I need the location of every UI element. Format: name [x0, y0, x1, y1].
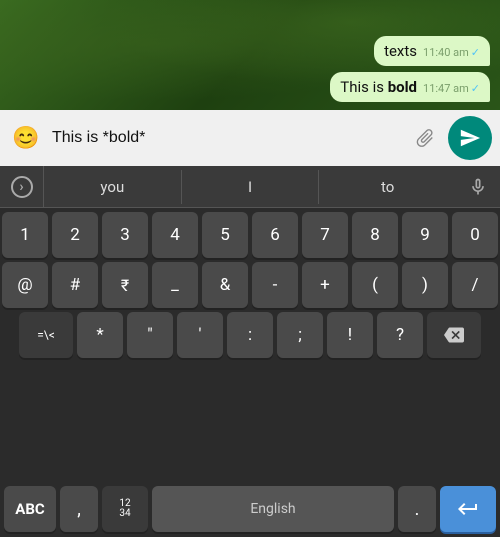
key-underscore[interactable]: _ [152, 262, 198, 308]
key-plus[interactable]: + [302, 262, 348, 308]
send-button[interactable] [448, 116, 492, 160]
attach-button[interactable] [404, 117, 446, 159]
suggestion-to[interactable]: to [319, 170, 456, 204]
numbers-layout-key[interactable]: 12 34 [102, 486, 148, 532]
symbol-row-2: =\< * " ' : ; ! ? [2, 312, 498, 358]
key-9[interactable]: 9 [402, 212, 448, 258]
message-bubble-2: This is bold 11:47 am ✓ [330, 72, 490, 102]
key-minus[interactable]: - [252, 262, 298, 308]
key-semicolon[interactable]: ; [277, 312, 323, 358]
key-lparen[interactable]: ( [352, 262, 398, 308]
emoji-button[interactable]: 😊 [8, 120, 44, 156]
key-5[interactable]: 5 [202, 212, 248, 258]
symbol-row-1: @ # ₹ _ & - + ( ) / [2, 262, 498, 308]
key-6[interactable]: 6 [252, 212, 298, 258]
abc-key[interactable]: ABC [4, 486, 56, 532]
key-ampersand[interactable]: & [202, 262, 248, 308]
key-slash[interactable]: / [452, 262, 498, 308]
numbers-bottom: 34 [119, 509, 130, 519]
key-rparen[interactable]: ) [402, 262, 448, 308]
key-4[interactable]: 4 [152, 212, 198, 258]
suggestions-row: › you I to [0, 166, 500, 208]
mic-button[interactable] [456, 166, 500, 208]
key-colon[interactable]: : [227, 312, 273, 358]
key-special-chars[interactable]: =\< [19, 312, 73, 358]
key-0[interactable]: 0 [452, 212, 498, 258]
comma-key[interactable]: , [60, 486, 98, 532]
suggestion-i[interactable]: I [182, 170, 320, 204]
period-key[interactable]: . [398, 486, 436, 532]
key-question[interactable]: ? [377, 312, 423, 358]
key-2[interactable]: 2 [52, 212, 98, 258]
key-dquote[interactable]: " [127, 312, 173, 358]
key-exclaim[interactable]: ! [327, 312, 373, 358]
key-asterisk[interactable]: * [77, 312, 123, 358]
spacebar[interactable]: English [152, 486, 394, 532]
suggestion-items: you I to [44, 170, 456, 204]
key-squote[interactable]: ' [177, 312, 223, 358]
suggestion-expand-button[interactable]: › [0, 166, 44, 208]
input-bar: 😊 [0, 110, 500, 166]
suggestion-you[interactable]: you [44, 170, 182, 204]
key-rupee[interactable]: ₹ [102, 262, 148, 308]
key-8[interactable]: 8 [352, 212, 398, 258]
chat-area: texts 11:40 am ✓ This is bold 11:47 am ✓ [0, 0, 500, 110]
key-1[interactable]: 1 [2, 212, 48, 258]
check-icon-2: ✓ [471, 82, 480, 95]
message-text-2: This is bold [340, 78, 417, 96]
number-row: 1 2 3 4 5 6 7 8 9 0 [2, 212, 498, 258]
key-at[interactable]: @ [2, 262, 48, 308]
key-7[interactable]: 7 [302, 212, 348, 258]
message-text-1: texts [384, 42, 417, 60]
key-backspace[interactable] [427, 312, 481, 358]
enter-key[interactable] [440, 486, 496, 532]
check-icon-1: ✓ [471, 46, 480, 59]
message-input[interactable] [52, 129, 402, 147]
key-3[interactable]: 3 [102, 212, 148, 258]
keyboard: › you I to 1 2 3 4 5 6 7 8 9 0 [0, 166, 500, 537]
message-time-2: 11:47 am ✓ [423, 82, 480, 95]
message-bubble-1: texts 11:40 am ✓ [374, 36, 490, 66]
bottom-row: ABC , 12 34 English . [0, 485, 500, 537]
message-time-1: 11:40 am ✓ [423, 46, 480, 59]
key-rows: 1 2 3 4 5 6 7 8 9 0 @ # ₹ _ & - + ( ) / … [0, 208, 500, 485]
key-hash[interactable]: # [52, 262, 98, 308]
